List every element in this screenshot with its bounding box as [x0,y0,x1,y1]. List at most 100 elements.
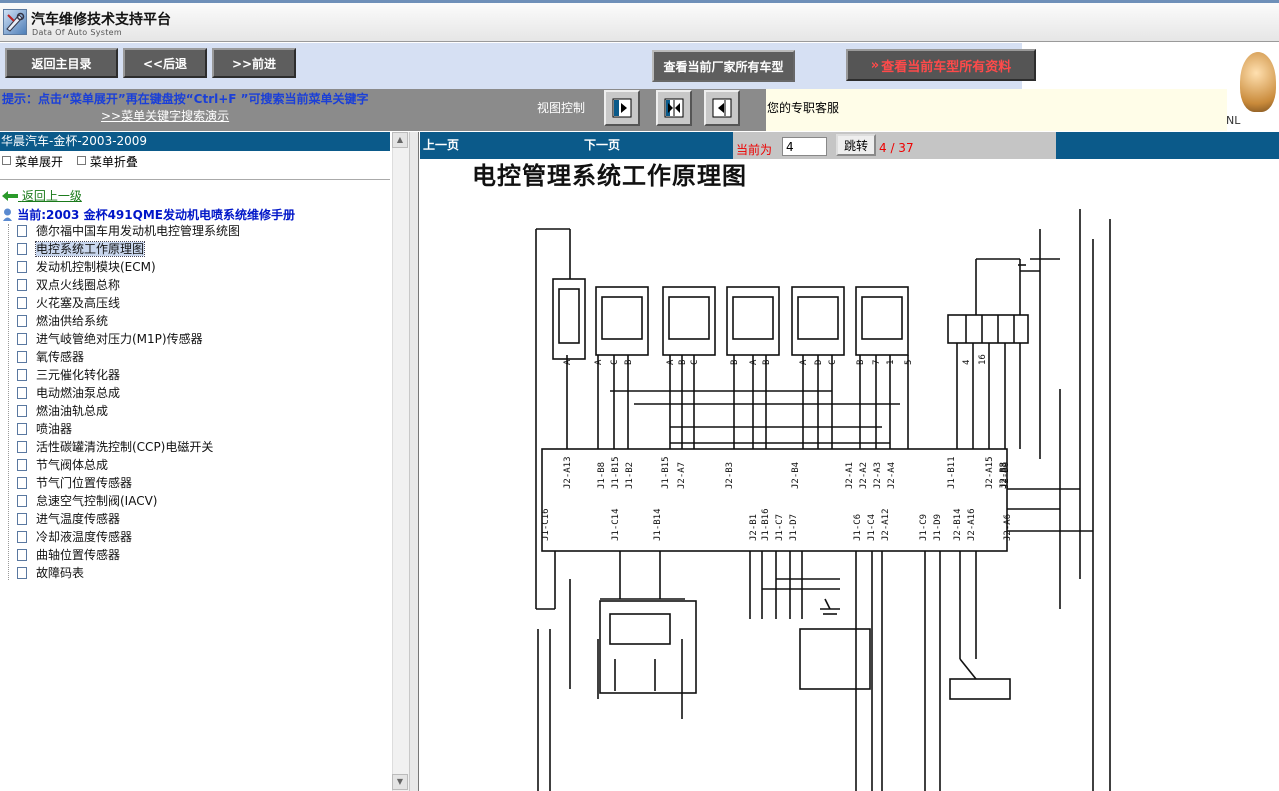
tree-item[interactable]: 节气阀体总成 [14,456,108,474]
sensor-box [552,278,586,360]
app-title: 汽车维修技术支持平台 [31,12,171,28]
tree-item-label: 进气温度传感器 [36,512,121,526]
ecm-pin-label: J2-A3 [873,462,883,489]
menu-expand-link[interactable]: 菜单展开 [15,155,63,169]
ecm-pin-label: J1-D7 [789,514,799,541]
expand-right-button[interactable] [604,90,640,126]
tree-item[interactable]: 喷油器 [14,420,72,438]
tree-item-label: 三元催化转化器 [36,368,121,382]
page-number-input[interactable] [782,137,827,156]
collapse-square-icon [76,156,86,165]
tree-item[interactable]: 氧传感器 [14,348,84,366]
home-button[interactable]: 返回主目录 [5,48,118,78]
app-logo-icon [3,9,27,35]
tree-item[interactable]: 进气温度传感器 [14,510,120,528]
vehicle-header: 华晨汽车-金杯-2003-2009 [0,132,390,151]
ecm-pin-label: J2-B3 [725,462,735,489]
document-icon [17,333,27,345]
tree-item[interactable]: 冷却液温度传感器 [14,528,132,546]
pin-label: A [799,359,809,365]
back-up-link[interactable]: 返回上一级 [2,187,82,204]
tree-item-label: 冷却液温度传感器 [36,530,133,544]
all-maker-models-button[interactable]: 查看当前厂家所有车型 [652,50,795,82]
next-page-link[interactable]: 下一页 [584,136,620,153]
collapse-left-icon [712,98,732,118]
current-manual: 当前:2003 金杯491QME发动机电喷系统维修手册 [2,206,295,223]
document-icon [17,315,27,327]
document-icon [17,495,27,507]
all-model-data-button[interactable]: » 查看当前车型所有资料 [846,49,1036,81]
prev-page-link[interactable]: 上一页 [423,136,459,153]
green-arrow-left-icon [2,191,18,201]
pin-label: B [730,360,740,365]
forward-button[interactable]: >>前进 [212,48,296,78]
ecm-pin-label: J1-B11 [947,456,957,489]
ecm-pin-label: J2-B4 [791,462,801,489]
tree-item-label: 火花塞及高压线 [36,296,121,310]
mechanic-mascot-icon [1240,52,1276,112]
ecm-pin-label: J1-B2 [625,462,635,489]
sensor-inner-box [668,296,710,340]
tree-guide-line [8,224,10,580]
tree-item[interactable]: 电动燃油泵总成 [14,384,120,402]
person-icon [3,208,12,221]
document-title: 电控管理系统工作原理图 [472,162,747,190]
page-count: 4 / 37 [879,141,914,155]
document-icon [17,459,27,471]
tree-item[interactable]: 火花塞及高压线 [14,294,120,312]
ecm-pin-label: J1-B8 [597,462,607,489]
scroll-up-arrow-icon[interactable]: ▲ [392,132,408,148]
menu-scrollbar[interactable] [392,132,409,791]
search-demo-link[interactable]: >>菜单关键字搜索演示 [101,107,229,124]
tree-item[interactable]: 燃油油轨总成 [14,402,108,420]
diagram-wire [959,658,977,680]
ecm-pin-label: J1-C7 [775,514,785,541]
tree-item[interactable]: 活性碳罐清洗控制(CCP)电磁开关 [14,438,213,456]
pin-label: C [828,360,838,365]
tree-item[interactable]: 进气岐管绝对压力(M1P)传感器 [14,330,203,348]
pin-label: A [666,359,676,365]
sensor-inner-box [797,296,839,340]
tree-item[interactable]: 节气门位置传感器 [14,474,132,492]
tree-item[interactable]: 三元催化转化器 [14,366,120,384]
nl-label: NL [1226,114,1241,127]
pin-label: 7 [872,360,882,365]
document-icon [17,405,27,417]
tree-item-label: 怠速空气控制阀(IACV) [36,494,158,508]
double-chevron-icon: » [870,57,880,73]
tree-item-label: 发动机控制模块(ECM) [36,260,156,274]
tree-item[interactable]: 故障码表 [14,564,84,582]
document-icon [17,567,27,579]
tree-item-label: 双点火线圈总称 [36,278,121,292]
jump-button[interactable]: 跳转 [836,134,876,156]
split-view-button[interactable] [656,90,692,126]
document-icon [17,423,27,435]
tree-item-label: 德尔福中国车用发动机电控管理系统图 [36,224,241,238]
tree-item[interactable]: 发动机控制模块(ECM) [14,258,156,276]
tree-item[interactable]: 怠速空气控制阀(IACV) [14,492,158,510]
ecm-pin-label: J1-B16 [761,508,771,541]
sensor-inner-box [558,288,580,344]
menu-collapse-link[interactable]: 菜单折叠 [90,155,138,169]
document-icon [17,369,27,381]
collapse-left-button[interactable] [704,90,740,126]
back-button[interactable]: <<后退 [123,48,207,78]
tree-item[interactable]: 燃油供给系统 [14,312,108,330]
pin-label: A [594,359,604,365]
back-up-label: 返回上一级 [21,189,82,203]
all-model-data-label: 查看当前车型所有资料 [881,59,1012,75]
tree-item-label: 节气门位置传感器 [36,476,133,490]
ecm-pin-label: J1-B14 [653,508,663,541]
tree-item[interactable]: 电控系统工作原理图 [14,240,146,258]
ecm-pin-label: J2-A2 [859,462,869,489]
tree-item[interactable]: 德尔福中国车用发动机电控管理系统图 [14,222,240,240]
tree-item[interactable]: 双点火线圈总称 [14,276,120,294]
tree-item-label: 氧传感器 [36,350,85,364]
panel-splitter[interactable] [409,132,419,791]
sensor-inner-box [732,296,774,340]
scroll-down-arrow-icon[interactable]: ▼ [392,774,408,790]
ecm-pin-label: J2-A12 [881,508,891,541]
document-icon [17,261,27,273]
view-control-label: 视图控制 [537,101,586,115]
tree-item[interactable]: 曲轴位置传感器 [14,546,120,564]
